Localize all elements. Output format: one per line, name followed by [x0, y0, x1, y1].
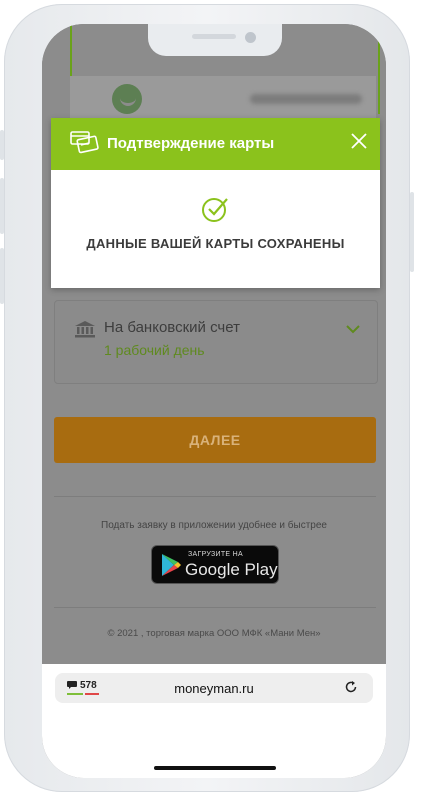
payout-method-time: 1 рабочий день	[104, 342, 205, 358]
google-play-icon	[162, 554, 181, 576]
next-button[interactable]: ДАЛЕЕ	[54, 417, 376, 463]
url-text[interactable]: moneyman.ru	[55, 681, 373, 696]
google-play-small-text: ЗАГРУЗИТЕ НА	[188, 551, 243, 558]
masked-card-number	[250, 94, 362, 104]
card-icon	[70, 131, 99, 154]
bank-icon	[75, 321, 95, 338]
chevron-down-icon[interactable]	[346, 324, 360, 334]
modal-title: Подтверждение карты	[107, 135, 275, 152]
checkmark-icon	[202, 198, 228, 222]
payout-method-card[interactable]	[54, 300, 378, 384]
side-button-right	[410, 192, 414, 272]
phone-speaker	[192, 34, 236, 39]
home-indicator	[154, 766, 276, 770]
google-play-big-text: Google Play	[185, 560, 278, 579]
modal-message: ДАННЫЕ ВАШЕЙ КАРТЫ СОХРАНЕНЫ	[86, 236, 345, 251]
address-bar[interactable]: 578 moneyman.ru	[55, 673, 373, 703]
side-button-left-3	[0, 248, 4, 304]
reload-icon[interactable]	[344, 680, 358, 694]
divider	[54, 607, 376, 608]
payout-method-title: На банковский счет	[104, 319, 240, 336]
phone-camera	[245, 32, 256, 43]
google-play-badge[interactable]: ЗАГРУЗИТЕ НА Google Play	[151, 545, 279, 584]
card-confirmation-modal: Подтверждение карты ДАННЫЕ ВАШЕЙ КАРТЫ С…	[51, 118, 380, 288]
bank-logo	[112, 84, 142, 114]
copyright-text: © 2021 , торговая марка ООО МФК «Мани Ме…	[107, 628, 321, 639]
modal-header: Подтверждение карты	[51, 118, 380, 170]
app-promo-text: Подать заявку в приложении удобнее и быс…	[101, 520, 327, 531]
phone-screen: На банковский счет 1 рабочий день ДАЛЕЕ …	[42, 24, 386, 778]
divider	[54, 496, 376, 497]
phone-notch	[148, 24, 282, 56]
side-button-left-1	[0, 130, 4, 160]
close-icon[interactable]	[350, 132, 368, 150]
browser-toolbar: 578 moneyman.ru	[42, 664, 386, 778]
side-button-left-2	[0, 178, 4, 234]
